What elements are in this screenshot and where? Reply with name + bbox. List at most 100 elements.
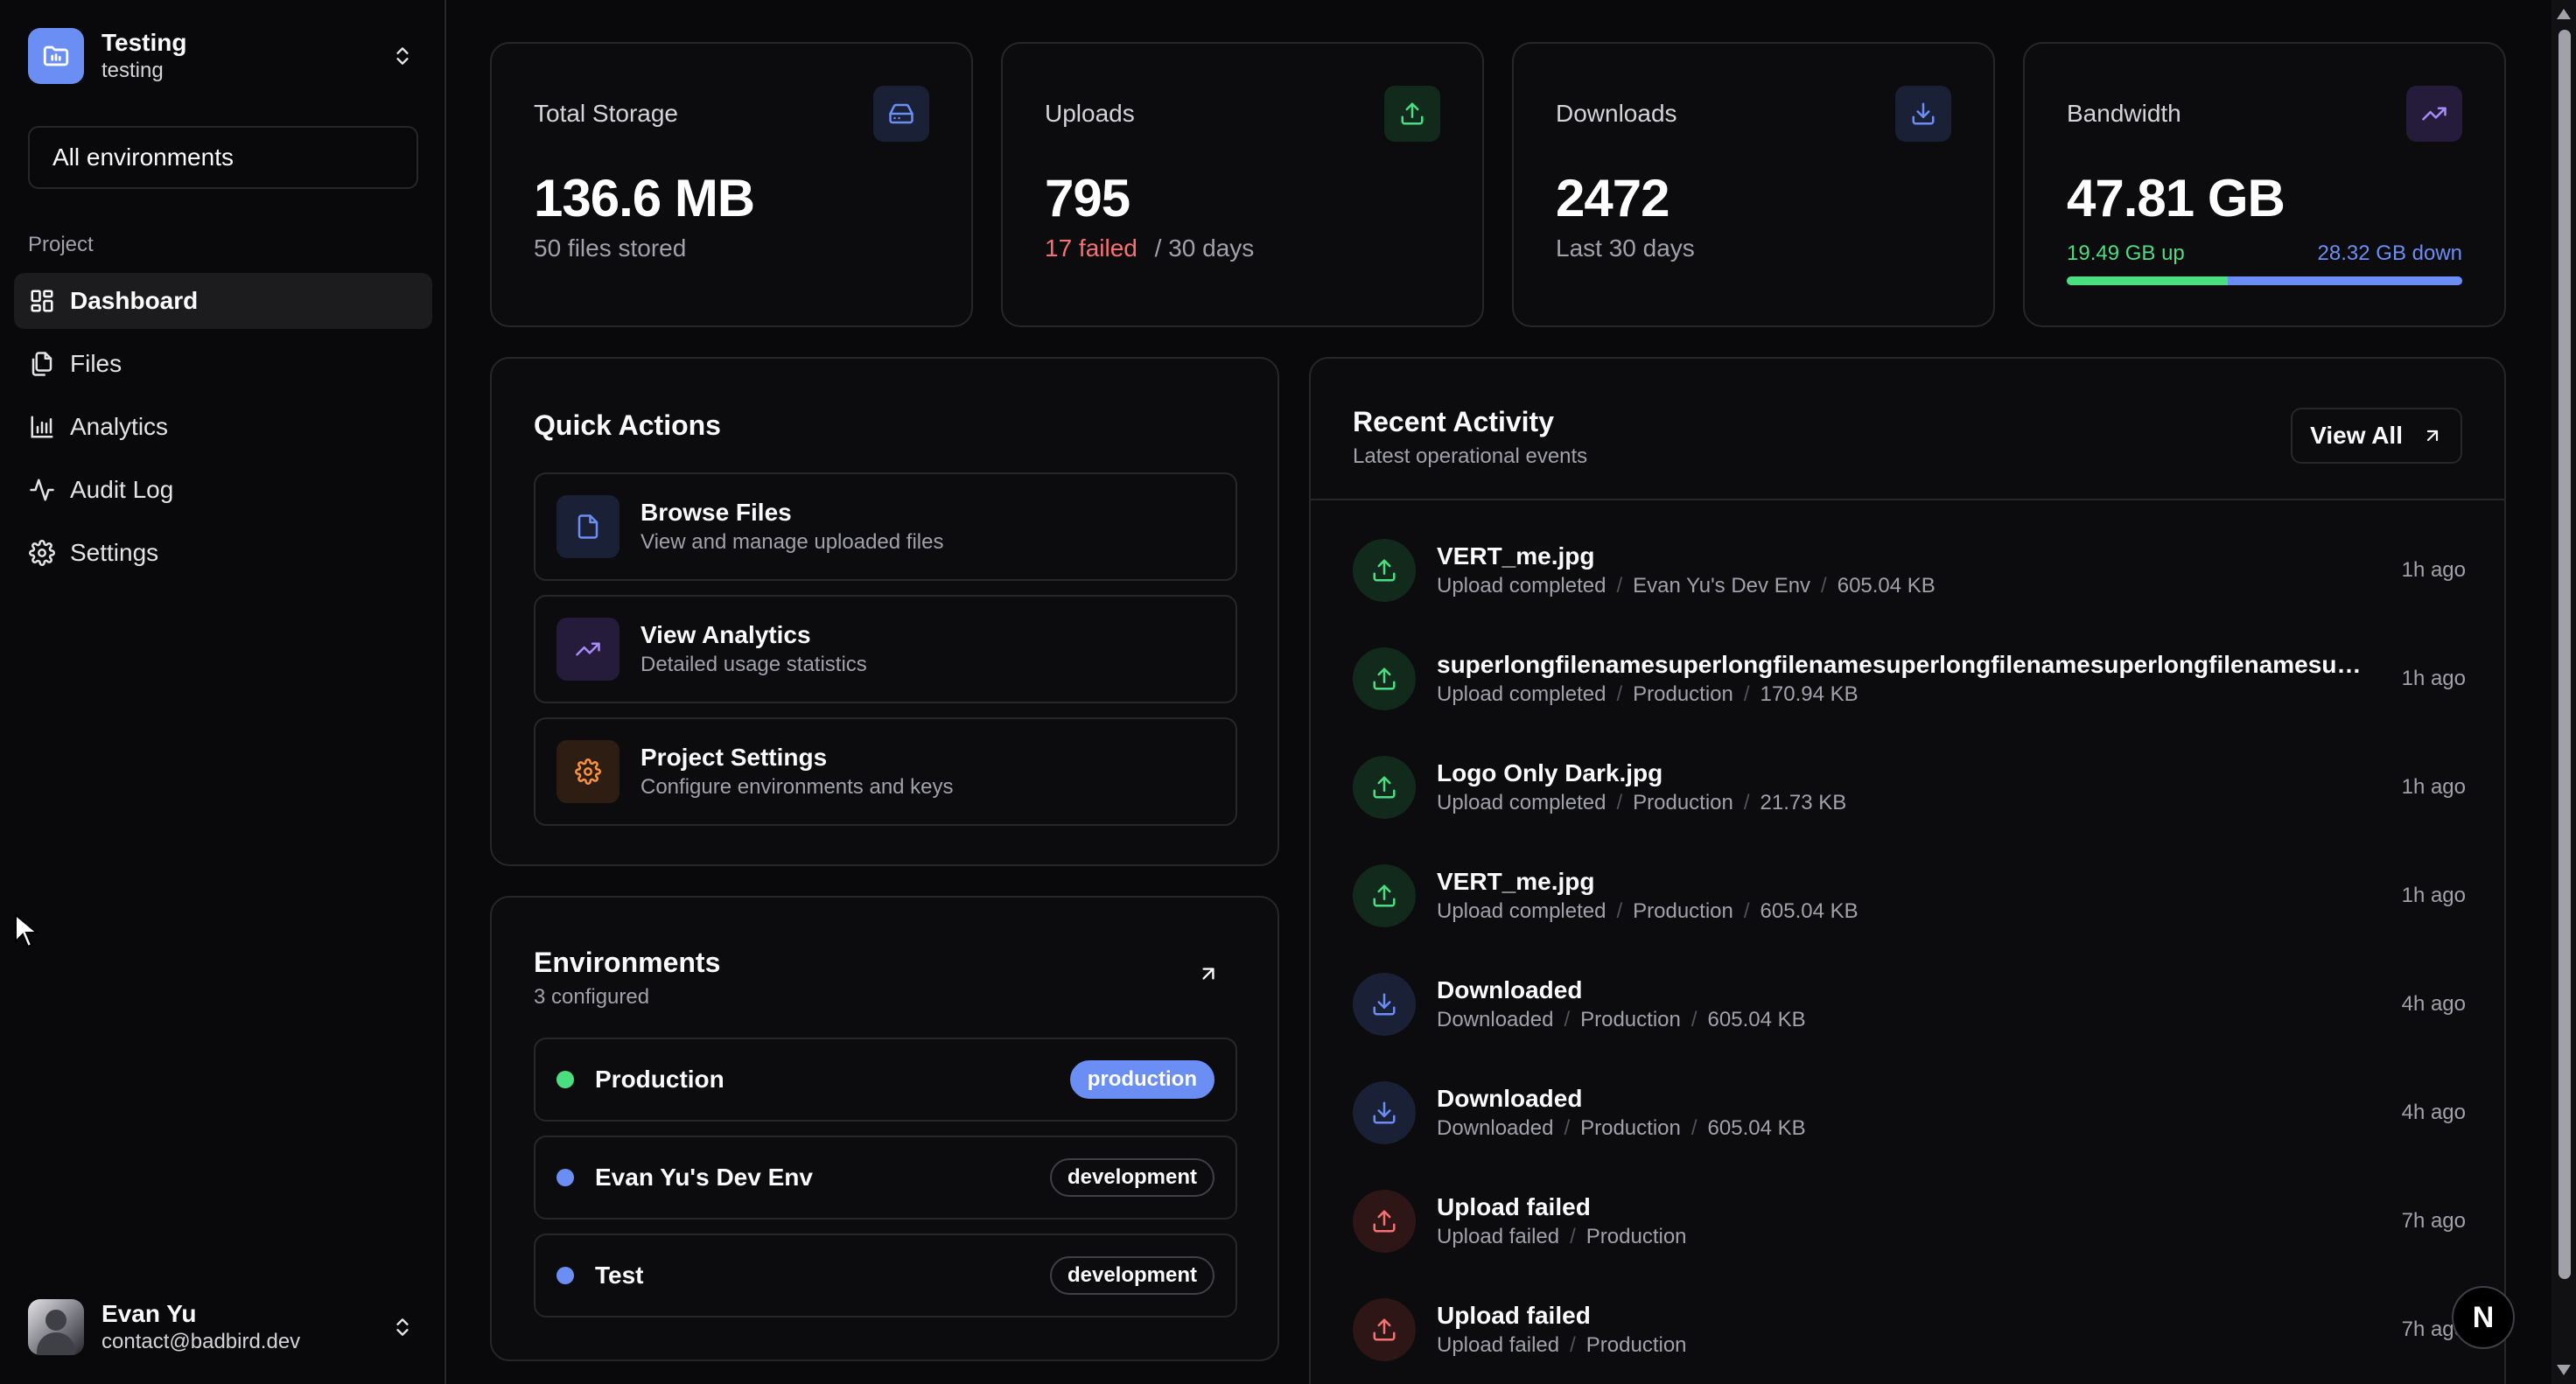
divider xyxy=(1311,499,2504,500)
activity-item[interactable]: Downloaded Downloaded / Production/605.04 … xyxy=(1353,1069,2466,1157)
activity-meta: Upload completed / Evan Yu's Dev Env/605.0… xyxy=(1437,574,1936,598)
sidebar-item-audit-log[interactable]: Audit Log xyxy=(14,462,432,518)
activity-time: 1h ago xyxy=(2401,558,2466,582)
bandwidth-bar xyxy=(2067,276,2462,285)
environment-row[interactable]: Evan Yu's Dev Env development xyxy=(534,1136,1237,1220)
user-name: Evan Yu xyxy=(102,1300,197,1327)
activity-time: 4h ago xyxy=(2401,1101,2466,1124)
sidebar-item-analytics[interactable]: Analytics xyxy=(14,399,432,455)
stat-card-uploads: Uploads 795 17 failed / 30 days xyxy=(1001,42,1484,327)
dev-tools-badge[interactable]: N xyxy=(2452,1286,2515,1349)
bandwidth-bar-down xyxy=(2228,276,2462,285)
scroll-up-arrow-icon[interactable] xyxy=(2557,9,2571,19)
status-dot xyxy=(556,1071,574,1088)
card-subtitle: 3 configured xyxy=(534,985,650,1009)
download-icon xyxy=(1895,86,1951,142)
activity-title: Upload failed xyxy=(1437,1193,1591,1220)
environment-name: Evan Yu's Dev Env xyxy=(595,1164,813,1191)
status-dot xyxy=(556,1267,574,1284)
sidebar-item-dashboard[interactable]: Dashboard xyxy=(14,273,432,329)
project-settings-button[interactable]: Project Settings Configure environments … xyxy=(534,717,1237,826)
activity-item[interactable]: VERT_me.jpg Upload completed / Evan Yu's D… xyxy=(1353,527,2466,614)
view-all-label: View All xyxy=(2310,422,2403,449)
activity-meta: Upload failed / Production xyxy=(1437,1225,1687,1248)
scrollbar-thumb[interactable] xyxy=(2558,30,2571,1279)
card-title: Environments xyxy=(534,947,721,978)
activity-title: VERT_me.jpg xyxy=(1437,868,1595,895)
stat-label: Total Storage xyxy=(534,100,678,127)
activity-meta: Upload completed / Production/605.04 KB xyxy=(1437,899,1858,923)
sidebar: Testing testing All environments Project… xyxy=(0,0,446,1384)
stat-sub: 17 failed / 30 days xyxy=(1045,234,1254,262)
stat-card-storage: Total Storage 136.6 MB 50 files stored xyxy=(490,42,973,327)
download-icon xyxy=(1353,973,1416,1036)
mouse-pointer-icon xyxy=(14,912,39,953)
card-title: Recent Activity xyxy=(1353,406,1554,437)
chevrons-up-down-icon xyxy=(388,42,416,70)
upload-icon xyxy=(1353,647,1416,710)
dashboard-icon xyxy=(28,287,56,315)
nav-group-label: Project xyxy=(28,233,94,256)
sidebar-item-files[interactable]: Files xyxy=(14,336,432,392)
sidebar-item-settings[interactable]: Settings xyxy=(14,525,432,581)
status-dot xyxy=(556,1169,574,1186)
action-title: Project Settings xyxy=(640,744,828,771)
failed-count: 17 failed xyxy=(1045,234,1138,262)
environment-badge: production xyxy=(1069,1060,1214,1099)
activity-icon xyxy=(28,476,56,504)
user-menu[interactable]: Evan Yu contact@badbird.dev xyxy=(14,1291,430,1363)
stat-value: 136.6 MB xyxy=(534,169,755,227)
stat-label: Bandwidth xyxy=(2067,100,2181,127)
activity-title: superlongfilenamesuperlongfilenamesuperl… xyxy=(1437,651,2373,678)
browse-files-button[interactable]: Browse Files View and manage uploaded fi… xyxy=(534,472,1237,581)
activity-item[interactable]: Downloaded Downloaded / Production/605.04 … xyxy=(1353,961,2466,1048)
activity-title: Downloaded xyxy=(1437,1085,1583,1112)
stat-label: Uploads xyxy=(1045,100,1135,127)
view-all-button[interactable]: View All xyxy=(2291,408,2462,464)
chevrons-up-down-icon xyxy=(388,1313,416,1341)
action-title: Browse Files xyxy=(640,499,792,526)
activity-item[interactable]: superlongfilenamesuperlongfilenamesuperl… xyxy=(1353,635,2466,723)
environment-name: Production xyxy=(595,1066,724,1093)
period-label: / 30 days xyxy=(1154,234,1255,262)
project-name: Testing xyxy=(102,29,187,56)
activity-item[interactable]: Upload failed Upload failed / Production 7… xyxy=(1353,1178,2466,1265)
stat-value: 795 xyxy=(1045,169,1130,227)
hard-drive-icon xyxy=(873,86,929,142)
activity-time: 4h ago xyxy=(2401,992,2466,1016)
card-subtitle: Latest operational events xyxy=(1353,444,1588,468)
trending-up-icon xyxy=(2406,86,2462,142)
project-switcher[interactable]: Testing testing xyxy=(14,14,430,98)
stat-sub: Last 30 days xyxy=(1556,234,1695,262)
folder-icon xyxy=(28,28,84,84)
sidebar-item-label: Settings xyxy=(70,539,159,566)
upload-icon xyxy=(1353,864,1416,927)
activity-item[interactable]: VERT_me.jpg Upload completed / Production /… xyxy=(1353,852,2466,940)
environment-select[interactable]: All environments xyxy=(28,126,418,189)
activity-meta: Downloaded / Production/605.04 KB xyxy=(1437,1116,1806,1140)
upload-failed-icon xyxy=(1353,1190,1416,1253)
quick-actions-card: Quick Actions Browse Files View and mana… xyxy=(490,357,1279,866)
stat-sub: 50 files stored xyxy=(534,234,687,262)
scrollbar[interactable] xyxy=(2552,0,2576,1384)
view-analytics-button[interactable]: View Analytics Detailed usage statistics xyxy=(534,595,1237,703)
bandwidth-up: 19.49 GB up xyxy=(2067,241,2185,265)
environment-row[interactable]: Production production xyxy=(534,1038,1237,1122)
activity-item[interactable]: Upload failed Upload failed / Production 7… xyxy=(1353,1286,2466,1374)
environments-card: Environments 3 configured Production pro… xyxy=(490,896,1279,1361)
activity-item[interactable]: Logo Only Dark.jpg Upload completed / Prod… xyxy=(1353,744,2466,831)
action-desc: Configure environments and keys xyxy=(640,775,954,799)
arrow-up-right-icon[interactable] xyxy=(1197,962,1220,989)
environment-badge: development xyxy=(1049,1158,1214,1197)
bar-chart-icon xyxy=(28,413,56,441)
recent-activity-card: Recent Activity Latest operational event… xyxy=(1309,357,2506,1384)
upload-icon xyxy=(1353,756,1416,819)
gear-icon xyxy=(556,740,620,803)
activity-title: Upload failed xyxy=(1437,1302,1591,1329)
download-icon xyxy=(1353,1081,1416,1144)
environment-row[interactable]: Test development xyxy=(534,1234,1237,1318)
activity-title: Downloaded xyxy=(1437,976,1583,1003)
scroll-down-arrow-icon[interactable] xyxy=(2557,1365,2571,1375)
environment-name: Test xyxy=(595,1262,644,1289)
stat-value: 2472 xyxy=(1556,169,1670,227)
